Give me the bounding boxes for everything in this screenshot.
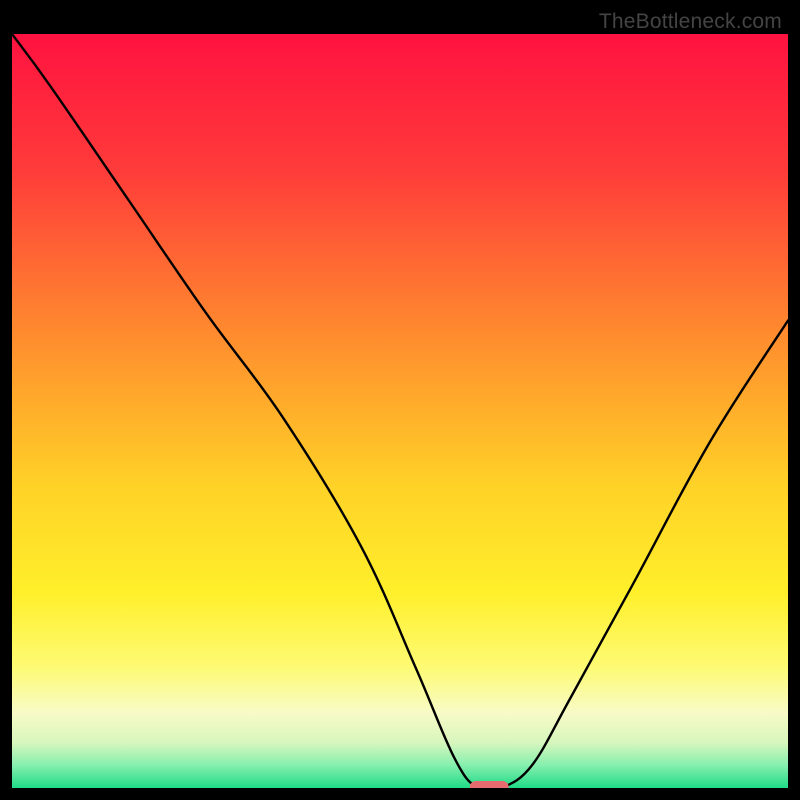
gradient-background	[12, 34, 788, 788]
watermark-text: TheBottleneck.com	[599, 10, 782, 34]
chart-frame: TheBottleneck.com	[12, 12, 788, 788]
sweet-spot-marker	[470, 781, 509, 788]
bottleneck-chart-svg	[12, 34, 788, 788]
plot-area	[12, 34, 788, 788]
